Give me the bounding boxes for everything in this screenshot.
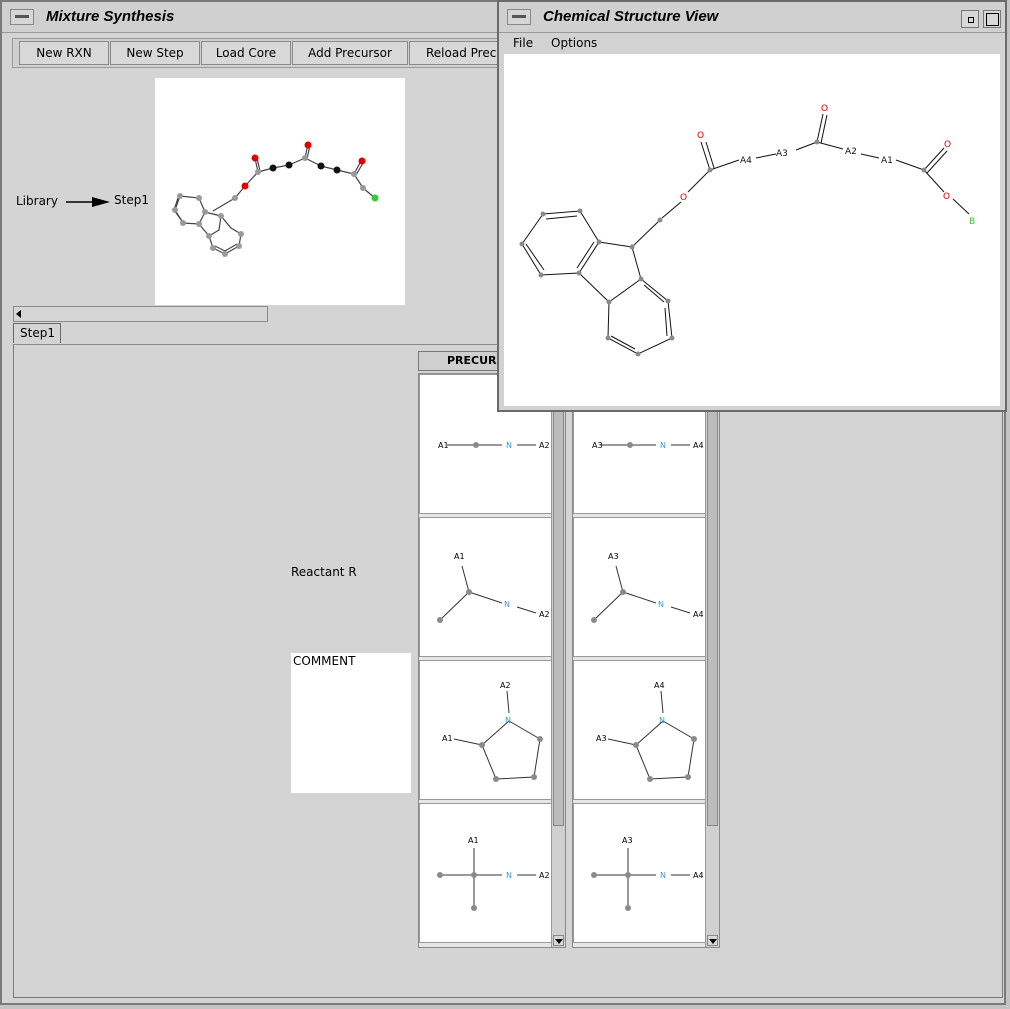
nitrogen-label: N xyxy=(506,441,512,450)
atom-label: A2 xyxy=(539,610,550,619)
atom-label: A1 xyxy=(881,156,893,166)
atom-label: A1 xyxy=(468,836,479,845)
precursor-cell[interactable]: A4 A3 N xyxy=(573,660,706,800)
scroll-thumb[interactable] xyxy=(553,374,564,826)
reactant-label: Reactant R xyxy=(291,565,357,579)
atom-label: A2 xyxy=(500,681,511,690)
atom-label: A3 xyxy=(622,836,633,845)
precursor-cell[interactable]: A1 N A2 xyxy=(419,517,552,657)
oxygen-label: O xyxy=(697,131,704,141)
new-rxn-button[interactable]: New RXN xyxy=(19,41,109,65)
atom-label: A4 xyxy=(654,681,665,690)
precursor-column-1: A1 N A2 A1 N A2 A2 A1 N A1 N A2 xyxy=(418,373,566,948)
nitrogen-label: N xyxy=(660,871,666,880)
structure-drawing: O O A4 A3 O A2 A1 O O B xyxy=(519,104,975,357)
precursor-structure: A1 N A2 xyxy=(437,836,550,911)
atom-label: A2 xyxy=(539,871,550,880)
chemical-structure-view-window: Chemical Structure View File Options O O… xyxy=(497,0,1007,412)
oxygen-label: O xyxy=(944,140,951,150)
atom-label: A3 xyxy=(596,734,607,743)
boron-label: B xyxy=(969,217,975,227)
oxygen-label: O xyxy=(680,193,687,203)
scroll-down-icon[interactable] xyxy=(553,935,564,946)
window-menu-icon[interactable] xyxy=(10,9,34,25)
oxygen-label: O xyxy=(821,104,828,114)
precursor-structure: A2 A1 N xyxy=(442,681,543,782)
nitrogen-label: N xyxy=(659,716,665,725)
precursor-cell[interactable]: A3 N A4 xyxy=(573,517,706,657)
scroll-thumb[interactable] xyxy=(707,374,718,826)
precursor-cell[interactable]: A3 N A4 xyxy=(573,803,706,943)
new-step-button[interactable]: New Step xyxy=(110,41,200,65)
atom-label: A4 xyxy=(693,610,704,619)
atom-label: A2 xyxy=(539,441,550,450)
column2-vertical-scrollbar[interactable] xyxy=(705,374,719,947)
menu-options[interactable]: Options xyxy=(551,36,597,50)
precursor-structure: A4 A3 N xyxy=(596,681,697,782)
atom-label: A4 xyxy=(693,441,704,450)
precursor-cell[interactable]: A2 A1 N xyxy=(419,660,552,800)
precursor-structure: A3 N A4 xyxy=(591,552,704,623)
nitrogen-label: N xyxy=(505,716,511,725)
load-core-button[interactable]: Load Core xyxy=(201,41,291,65)
precursor-structure: A1 N A2 xyxy=(437,552,550,623)
atom-label: A3 xyxy=(592,441,603,450)
nitrogen-label: N xyxy=(504,600,510,609)
precursor-structure: A3 N A4 xyxy=(591,836,704,911)
scroll-down-icon[interactable] xyxy=(707,935,718,946)
nitrogen-label: N xyxy=(506,871,512,880)
atom-label: A2 xyxy=(845,147,857,157)
atom-label: A1 xyxy=(454,552,465,561)
add-precursor-button[interactable]: Add Precursor xyxy=(292,41,408,65)
tab-step1[interactable]: Step1 xyxy=(13,323,61,343)
atom-label: A3 xyxy=(776,149,788,159)
atom-label: A3 xyxy=(608,552,619,561)
comment-field[interactable]: COMMENT xyxy=(291,653,411,793)
window-menu-icon[interactable] xyxy=(507,9,531,25)
main-window-title: Mixture Synthesis xyxy=(46,8,175,25)
library-label: Library xyxy=(16,194,58,208)
menu-file[interactable]: File xyxy=(513,36,533,50)
oxygen-label: O xyxy=(943,192,950,202)
csv-titlebar[interactable]: Chemical Structure View xyxy=(499,2,1005,33)
atom-label: A1 xyxy=(438,441,449,450)
nitrogen-label: N xyxy=(660,441,666,450)
flow-arrow-icon xyxy=(66,197,110,207)
atom-label: A1 xyxy=(442,734,453,743)
atom-label: A4 xyxy=(693,871,704,880)
core-molecule-drawing xyxy=(172,141,379,257)
maximize-icon[interactable] xyxy=(983,10,1001,28)
minimize-icon[interactable] xyxy=(961,10,979,28)
csv-window-title: Chemical Structure View xyxy=(543,8,719,25)
scroll-left-icon[interactable] xyxy=(16,310,21,318)
preview-horizontal-scrollbar[interactable] xyxy=(13,306,268,322)
precursor-cell[interactable]: A1 N A2 xyxy=(419,803,552,943)
step1-node-label[interactable]: Step1 xyxy=(114,193,149,207)
structure-canvas[interactable]: O O A4 A3 O A2 A1 O O B xyxy=(504,54,1000,406)
column1-vertical-scrollbar[interactable] xyxy=(551,374,565,947)
core-structure-preview[interactable] xyxy=(155,78,405,305)
nitrogen-label: N xyxy=(658,600,664,609)
csv-menubar: File Options xyxy=(499,33,1005,53)
window-controls xyxy=(957,10,1001,31)
atom-label: A4 xyxy=(740,156,752,166)
precursor-column-2: A3 N A4 A3 N A4 A4 A3 N A3 N A4 xyxy=(572,373,720,948)
